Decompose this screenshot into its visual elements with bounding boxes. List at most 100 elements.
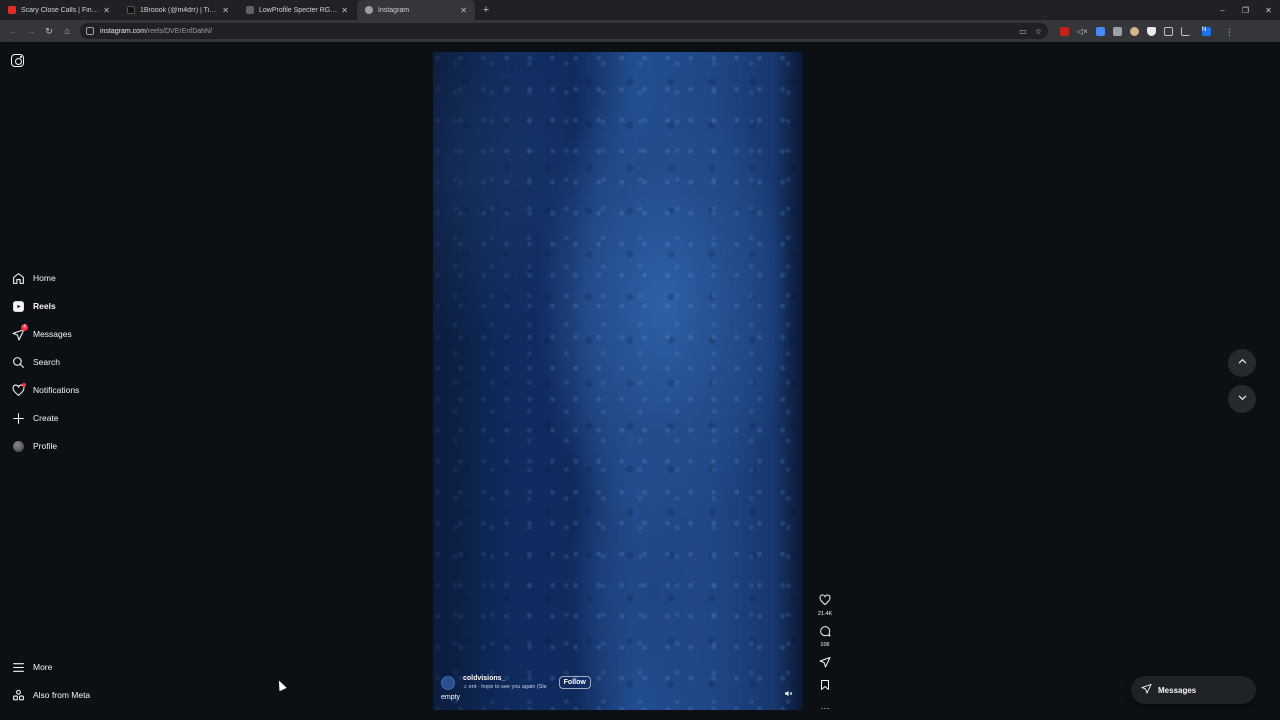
tab-close-icon[interactable]: ✕ — [460, 6, 467, 15]
reel-caption: empty — [441, 694, 461, 701]
author-username[interactable]: coldvisions_ — [463, 675, 547, 682]
puzzle-extensions-icon[interactable] — [1163, 26, 1173, 36]
more-options-action[interactable]: ··· — [821, 702, 830, 714]
notification-dot — [22, 383, 26, 387]
author-avatar[interactable] — [441, 675, 455, 690]
sidebar-item-home[interactable]: Home — [0, 264, 200, 292]
sidebar-item-messages[interactable]: 4 Messages — [0, 320, 200, 348]
site-favicon-icon — [246, 6, 254, 14]
reel-actions: 21.4K 106 ··· — [815, 594, 835, 720]
comment-count: 106 — [820, 642, 830, 648]
reel-video-shadow — [433, 52, 563, 710]
youtube-favicon-icon — [8, 6, 16, 14]
tab-title: LowProfile Specter RGB - ولا ة... — [259, 7, 337, 14]
heart-icon — [11, 383, 26, 397]
browser-tab[interactable]: Scary Close Calls | Final Destin... ✕ — [0, 0, 118, 20]
new-tab-button[interactable]: + — [479, 3, 493, 17]
reel-video[interactable]: coldvisions_ ♫ ent · hope to see you aga… — [433, 52, 803, 710]
chevron-up-icon — [1237, 356, 1248, 370]
restore-button[interactable]: ❐ — [1234, 0, 1257, 20]
reload-button[interactable]: ↻ — [40, 22, 58, 40]
follow-button[interactable]: Follow — [558, 676, 591, 689]
sidebar-item-label: Home — [33, 273, 56, 283]
sidebar-item-label: Search — [33, 357, 60, 367]
comment-icon — [819, 625, 831, 640]
avatar — [12, 440, 24, 452]
chevron-down-icon — [1237, 392, 1248, 406]
sidebar-item-also-from-meta[interactable]: Also from Meta — [0, 681, 200, 709]
instagram-logo-icon[interactable] — [11, 54, 24, 67]
more-dots-icon: ··· — [820, 703, 830, 713]
sidebar-item-label: Create — [33, 413, 59, 423]
sidebar-item-profile[interactable]: Profile — [0, 432, 200, 460]
extensions-area: ◁× N ⋮ — [1060, 26, 1234, 37]
save-action[interactable] — [819, 679, 831, 694]
home-icon — [11, 271, 25, 285]
tab-close-icon[interactable]: ✕ — [341, 6, 348, 15]
sidebar-item-create[interactable]: Create — [0, 404, 200, 432]
window-controls: – ❐ ✕ — [1211, 0, 1280, 20]
site-info-icon[interactable] — [86, 27, 94, 35]
minimize-button[interactable]: – — [1211, 0, 1234, 20]
extension-icon[interactable] — [1060, 26, 1069, 36]
sidebar-item-more[interactable]: More — [0, 653, 200, 681]
comment-action[interactable]: 106 — [819, 625, 831, 648]
mute-icon[interactable] — [784, 689, 793, 700]
like-action[interactable]: 21.4K — [818, 594, 832, 617]
extension-icon[interactable] — [1129, 26, 1139, 36]
url-host: instagram.com — [100, 27, 146, 35]
sidebar-item-label: Profile — [33, 441, 58, 451]
sidebar-item-search[interactable]: Search — [0, 348, 200, 376]
install-app-icon[interactable]: ▭ — [1019, 27, 1027, 36]
tab-title: 1Broook (@m4drr) | TikTok — [140, 6, 219, 14]
share-action[interactable] — [819, 656, 831, 671]
next-reel-button[interactable] — [1228, 385, 1256, 413]
extension-icon[interactable] — [1095, 26, 1105, 36]
previous-reel-button[interactable] — [1228, 349, 1256, 377]
messages-pill-button[interactable]: Messages — [1131, 676, 1256, 704]
audio-track-label: ent · hope to see you again (Sle — [468, 684, 547, 690]
sidebar-item-label: More — [33, 662, 53, 672]
messages-icon — [1141, 683, 1152, 697]
extension-icon[interactable] — [1112, 26, 1122, 36]
browser-tab[interactable]: LowProfile Specter RGB - ولا ة... ✕ — [238, 0, 356, 20]
like-count: 21.4K — [817, 611, 833, 617]
browser-tab[interactable]: 1Broook (@m4drr) | TikTok ✕ — [119, 0, 237, 20]
notification-badge: 4 — [21, 324, 28, 331]
back-button[interactable]: ← — [4, 22, 22, 40]
mouse-cursor — [275, 678, 287, 692]
sidebar-item-reels[interactable]: Reels — [0, 292, 200, 320]
forward-button[interactable]: → — [22, 22, 40, 40]
sidebar-item-label: Messages — [33, 329, 72, 339]
author-meta: coldvisions_ ♫ ent · hope to see you aga… — [463, 675, 547, 690]
shield-extension-icon[interactable] — [1146, 26, 1156, 36]
profile-avatar-wrap — [11, 439, 25, 453]
browser-menu-icon[interactable]: ⋮ — [1225, 27, 1234, 37]
tab-title: Scary Close Calls | Final Destin... — [21, 6, 99, 14]
sidebar-item-label: Also from Meta — [33, 690, 91, 700]
bookmark-icon — [819, 679, 831, 694]
audio-track[interactable]: ♫ ent · hope to see you again (Sle — [463, 684, 547, 690]
menu-icon — [11, 660, 25, 674]
home-button[interactable]: ⌂ — [58, 22, 76, 40]
tab-close-icon[interactable]: ✕ — [103, 6, 110, 15]
tiktok-favicon-icon — [127, 6, 135, 14]
reading-list-icon[interactable] — [1180, 26, 1190, 36]
sidebar-item-notifications[interactable]: Notifications — [0, 376, 200, 404]
tab-close-icon[interactable]: ✕ — [222, 6, 229, 15]
bookmark-star-icon[interactable]: ☆ — [1035, 27, 1042, 36]
close-window-button[interactable]: ✕ — [1257, 0, 1280, 20]
address-bar[interactable]: instagram.com/reels/DVErEnfDahN/ ▭ ☆ — [80, 23, 1048, 39]
browser-toolbar: ← → ↻ ⌂ instagram.com/reels/DVErEnfDahN/… — [0, 20, 1280, 42]
browser-tab-active[interactable]: Instagram ✕ — [357, 0, 475, 20]
instagram-favicon-icon — [365, 6, 373, 14]
browser-tabbar: Scary Close Calls | Final Destin... ✕ 1B… — [0, 0, 1280, 20]
plus-icon — [11, 411, 25, 425]
mute-tab-icon[interactable]: ◁× — [1077, 27, 1088, 36]
heart-icon — [819, 594, 831, 609]
search-icon — [11, 355, 25, 369]
sidebar-item-label: Notifications — [33, 385, 80, 395]
messages-icon: 4 — [11, 324, 28, 341]
url-path: /reels/DVErEnfDahN/ — [145, 27, 213, 35]
browser-profile-avatar[interactable]: N — [1201, 26, 1211, 36]
